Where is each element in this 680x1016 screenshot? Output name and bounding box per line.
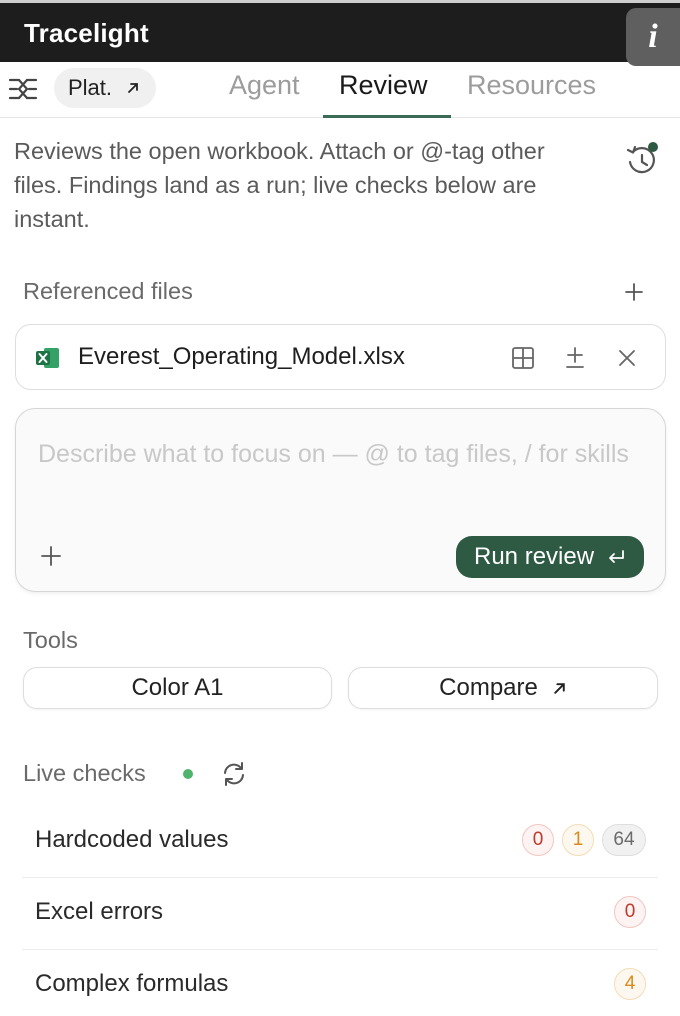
warning-count-badge: 1	[562, 824, 594, 856]
check-label: Hardcoded values	[35, 826, 229, 853]
check-badges: 0	[614, 896, 646, 928]
check-row-excel-errors[interactable]: Excel errors 0	[22, 878, 658, 950]
check-row-hardcoded-values[interactable]: Hardcoded values 0 1 64	[22, 806, 658, 878]
excel-file-icon	[36, 348, 59, 368]
plat-link-chip[interactable]: Plat.	[54, 68, 157, 108]
referenced-files-heading: Referenced files	[23, 278, 193, 304]
tab-resources[interactable]: Resources	[467, 70, 596, 101]
table-view-icon[interactable]	[510, 345, 536, 371]
tracelight-panel: Tracelight Plat. Agent Review Resources …	[0, 0, 680, 1016]
add-file-button[interactable]	[624, 282, 644, 302]
warning-count-badge: 4	[614, 968, 646, 1000]
app-title: Tracelight	[24, 18, 149, 48]
file-name: Everest_Operating_Model.xlsx	[78, 343, 405, 370]
compare-label: Compare	[439, 674, 538, 701]
live-checks-heading: Live checks	[23, 760, 146, 786]
check-label: Complex formulas	[35, 970, 229, 997]
title-bar: Tracelight	[0, 0, 680, 62]
live-status-dot	[183, 769, 193, 779]
color-a1-label: Color A1	[131, 674, 224, 701]
check-badges: 0 1 64	[522, 824, 646, 856]
active-tab-indicator	[323, 115, 451, 118]
check-label: Excel errors	[35, 898, 164, 925]
tab-agent[interactable]: Agent	[229, 70, 300, 101]
menu-icon[interactable]	[8, 76, 38, 102]
plus-minus-icon[interactable]	[562, 345, 588, 371]
run-review-label: Run review	[474, 543, 595, 570]
color-a1-button[interactable]: Color A1	[23, 667, 332, 709]
error-count-badge: 0	[522, 824, 554, 856]
review-prompt-box[interactable]: Describe what to focus on — @ to tag fil…	[15, 408, 666, 592]
review-description: Reviews the open workbook. Attach or @-t…	[14, 138, 545, 232]
error-count-badge: 0	[614, 896, 646, 928]
external-link-icon	[554, 682, 565, 694]
history-icon[interactable]	[622, 140, 662, 180]
info-button[interactable]: i	[626, 8, 680, 66]
check-row-complex-formulas[interactable]: Complex formulas 4	[22, 950, 658, 1016]
run-review-button[interactable]: Run review	[456, 536, 645, 578]
prompt-input[interactable]: Describe what to focus on — @ to tag fil…	[38, 433, 638, 475]
external-link-icon	[128, 83, 138, 93]
plat-label: Plat.	[68, 75, 113, 100]
info-icon: i	[648, 18, 658, 55]
attach-plus-icon[interactable]	[40, 545, 62, 567]
remove-file-icon[interactable]	[614, 345, 640, 371]
enter-icon	[609, 550, 624, 563]
refresh-icon[interactable]	[220, 760, 248, 788]
check-badges: 4	[614, 968, 646, 1000]
file-card: Everest_Operating_Model.xlsx	[15, 324, 666, 390]
compare-button[interactable]: Compare	[348, 667, 658, 709]
tools-heading: Tools	[23, 627, 78, 653]
tab-review[interactable]: Review	[339, 70, 428, 101]
info-count-badge: 64	[602, 824, 646, 856]
tab-bar: Plat. Agent Review Resources	[0, 62, 680, 118]
